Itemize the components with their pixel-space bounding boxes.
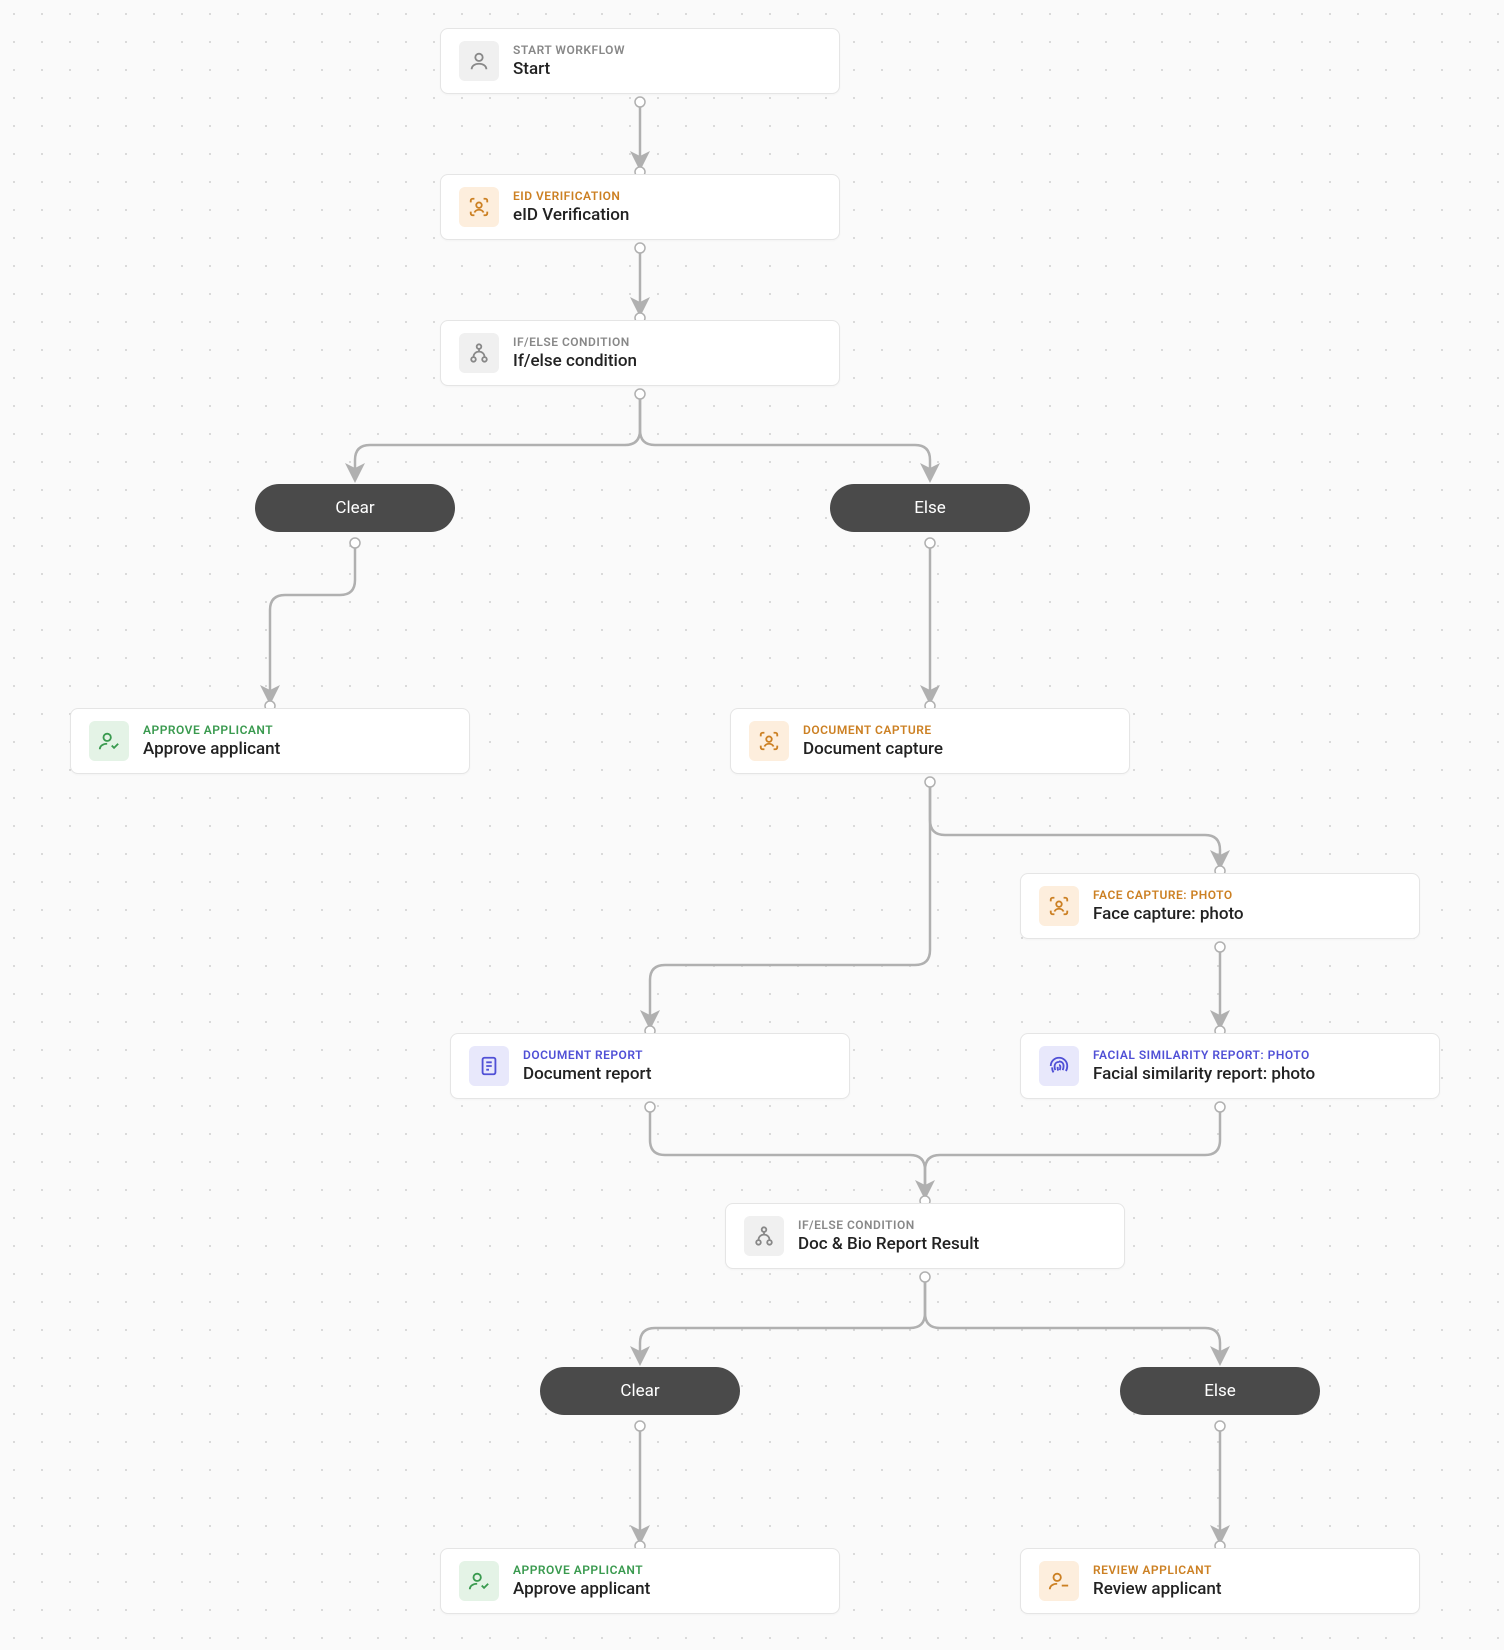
user-check-icon — [459, 1561, 499, 1601]
pill-clear-1[interactable]: Clear — [255, 484, 455, 532]
node-title: Facial similarity report: photo — [1093, 1064, 1315, 1084]
node-title: eID Verification — [513, 205, 629, 225]
user-check-icon — [89, 721, 129, 761]
node-ifelse-1[interactable]: IF/ELSE CONDITION If/else condition — [440, 320, 840, 386]
branch-icon — [744, 1216, 784, 1256]
fingerprint-icon — [1039, 1046, 1079, 1086]
node-label: FACIAL SIMILARITY REPORT: PHOTO — [1093, 1048, 1315, 1062]
node-title: Approve applicant — [513, 1579, 650, 1599]
node-title: Doc & Bio Report Result — [798, 1234, 979, 1254]
node-eid-verification[interactable]: EID VERIFICATION eID Verification — [440, 174, 840, 240]
document-icon — [469, 1046, 509, 1086]
pill-clear-2[interactable]: Clear — [540, 1367, 740, 1415]
node-label: APPROVE APPLICANT — [513, 1563, 650, 1577]
scan-face-icon — [1039, 886, 1079, 926]
scan-face-icon — [749, 721, 789, 761]
node-label: REVIEW APPLICANT — [1093, 1563, 1222, 1577]
node-label: IF/ELSE CONDITION — [798, 1218, 979, 1232]
node-label: APPROVE APPLICANT — [143, 723, 280, 737]
node-title: Approve applicant — [143, 739, 280, 759]
node-approve-2[interactable]: APPROVE APPLICANT Approve applicant — [440, 1548, 840, 1614]
node-title: If/else condition — [513, 351, 637, 371]
node-label: FACE CAPTURE: PHOTO — [1093, 888, 1244, 902]
node-document-report[interactable]: DOCUMENT REPORT Document report — [450, 1033, 850, 1099]
pill-else-1[interactable]: Else — [830, 484, 1030, 532]
user-minus-icon — [1039, 1561, 1079, 1601]
node-label: EID VERIFICATION — [513, 189, 629, 203]
node-title: Review applicant — [1093, 1579, 1222, 1599]
node-label: START WORKFLOW — [513, 43, 625, 57]
node-title: Document capture — [803, 739, 943, 759]
node-start[interactable]: START WORKFLOW Start — [440, 28, 840, 94]
scan-face-icon — [459, 187, 499, 227]
node-approve-1[interactable]: APPROVE APPLICANT Approve applicant — [70, 708, 470, 774]
node-facial-similarity-report[interactable]: FACIAL SIMILARITY REPORT: PHOTO Facial s… — [1020, 1033, 1440, 1099]
pill-else-2[interactable]: Else — [1120, 1367, 1320, 1415]
node-title: Start — [513, 59, 625, 79]
node-label: DOCUMENT CAPTURE — [803, 723, 943, 737]
user-icon — [459, 41, 499, 81]
node-label: DOCUMENT REPORT — [523, 1048, 652, 1062]
node-title: Face capture: photo — [1093, 904, 1244, 924]
node-review-applicant[interactable]: REVIEW APPLICANT Review applicant — [1020, 1548, 1420, 1614]
branch-icon — [459, 333, 499, 373]
node-label: IF/ELSE CONDITION — [513, 335, 637, 349]
node-document-capture[interactable]: DOCUMENT CAPTURE Document capture — [730, 708, 1130, 774]
node-face-capture[interactable]: FACE CAPTURE: PHOTO Face capture: photo — [1020, 873, 1420, 939]
node-title: Document report — [523, 1064, 652, 1084]
node-ifelse-2[interactable]: IF/ELSE CONDITION Doc & Bio Report Resul… — [725, 1203, 1125, 1269]
